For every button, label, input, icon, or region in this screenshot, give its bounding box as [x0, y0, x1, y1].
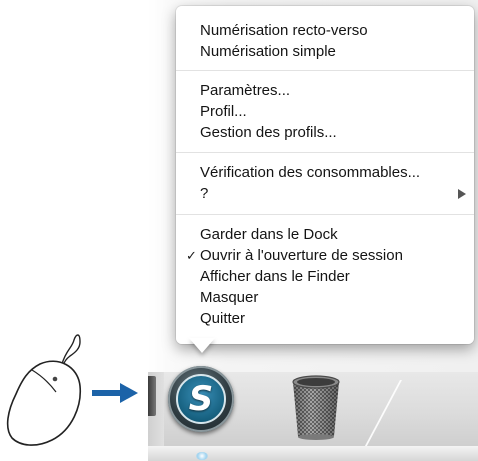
menu-item-settings[interactable]: Paramètres... — [176, 80, 474, 101]
app-running-indicator — [196, 452, 208, 460]
menu-item-label: Garder dans le Dock — [200, 226, 338, 243]
menu-item-label: Numérisation recto-verso — [200, 22, 368, 39]
menu-item-label: ? — [200, 185, 209, 202]
right-arrow-icon — [92, 383, 138, 403]
menu-item-profile-management[interactable]: Gestion des profils... — [176, 122, 474, 143]
menu-item-label: Profil... — [200, 103, 247, 120]
menu-separator — [176, 214, 474, 215]
menu-group-settings: Paramètres... Profil... Gestion des prof… — [176, 80, 474, 143]
trash-icon[interactable] — [287, 372, 345, 442]
menu-item-hide[interactable]: Masquer — [176, 287, 474, 308]
menu-item-label: Gestion des profils... — [200, 124, 337, 141]
menu-item-simplex-scan[interactable]: Numérisation simple — [176, 41, 474, 62]
menu-separator — [176, 70, 474, 71]
menu-separator — [176, 152, 474, 153]
menu-item-label: Masquer — [200, 289, 259, 306]
dock-context-menu: Numérisation recto-verso Numérisation si… — [176, 6, 474, 344]
menu-item-label: Ouvrir à l'ouverture de session — [200, 247, 403, 264]
menu-item-profile[interactable]: Profil... — [176, 101, 474, 122]
menu-item-label: Paramètres... — [200, 82, 291, 99]
menu-item-open-at-login[interactable]: ✓ Ouvrir à l'ouverture de session — [176, 245, 474, 266]
menu-item-label: Vérification des consommables... — [200, 164, 421, 181]
menu-item-label: Afficher dans le Finder — [200, 268, 350, 285]
screenshot-stage: S Numérisation recto-verso Numérisation … — [0, 0, 478, 461]
menu-item-quit[interactable]: Quitter — [176, 308, 474, 329]
submenu-arrow-icon — [458, 189, 466, 199]
menu-item-show-in-finder[interactable]: Afficher dans le Finder — [176, 266, 474, 287]
menu-item-label: Numérisation simple — [200, 43, 336, 60]
scansnap-icon-letter: S — [188, 379, 214, 419]
menu-item-label: Quitter — [200, 310, 246, 327]
scansnap-s-icon[interactable]: S — [168, 366, 234, 432]
menu-item-keep-in-dock[interactable]: Garder dans le Dock — [176, 224, 474, 245]
menu-group-scan: Numérisation recto-verso Numérisation si… — [176, 20, 474, 62]
dock-app-icon-partial[interactable] — [148, 376, 156, 416]
menu-item-help[interactable]: ? — [176, 183, 474, 204]
menu-pointer-tail — [189, 338, 215, 353]
menu-group-options: Garder dans le Dock ✓ Ouvrir à l'ouvertu… — [176, 224, 474, 329]
menu-group-help: Vérification des consommables... ? — [176, 162, 474, 204]
menu-item-duplex-scan[interactable]: Numérisation recto-verso — [176, 20, 474, 41]
checkmark-icon: ✓ — [186, 248, 197, 263]
menu-item-consumables-check[interactable]: Vérification des consommables... — [176, 162, 474, 183]
